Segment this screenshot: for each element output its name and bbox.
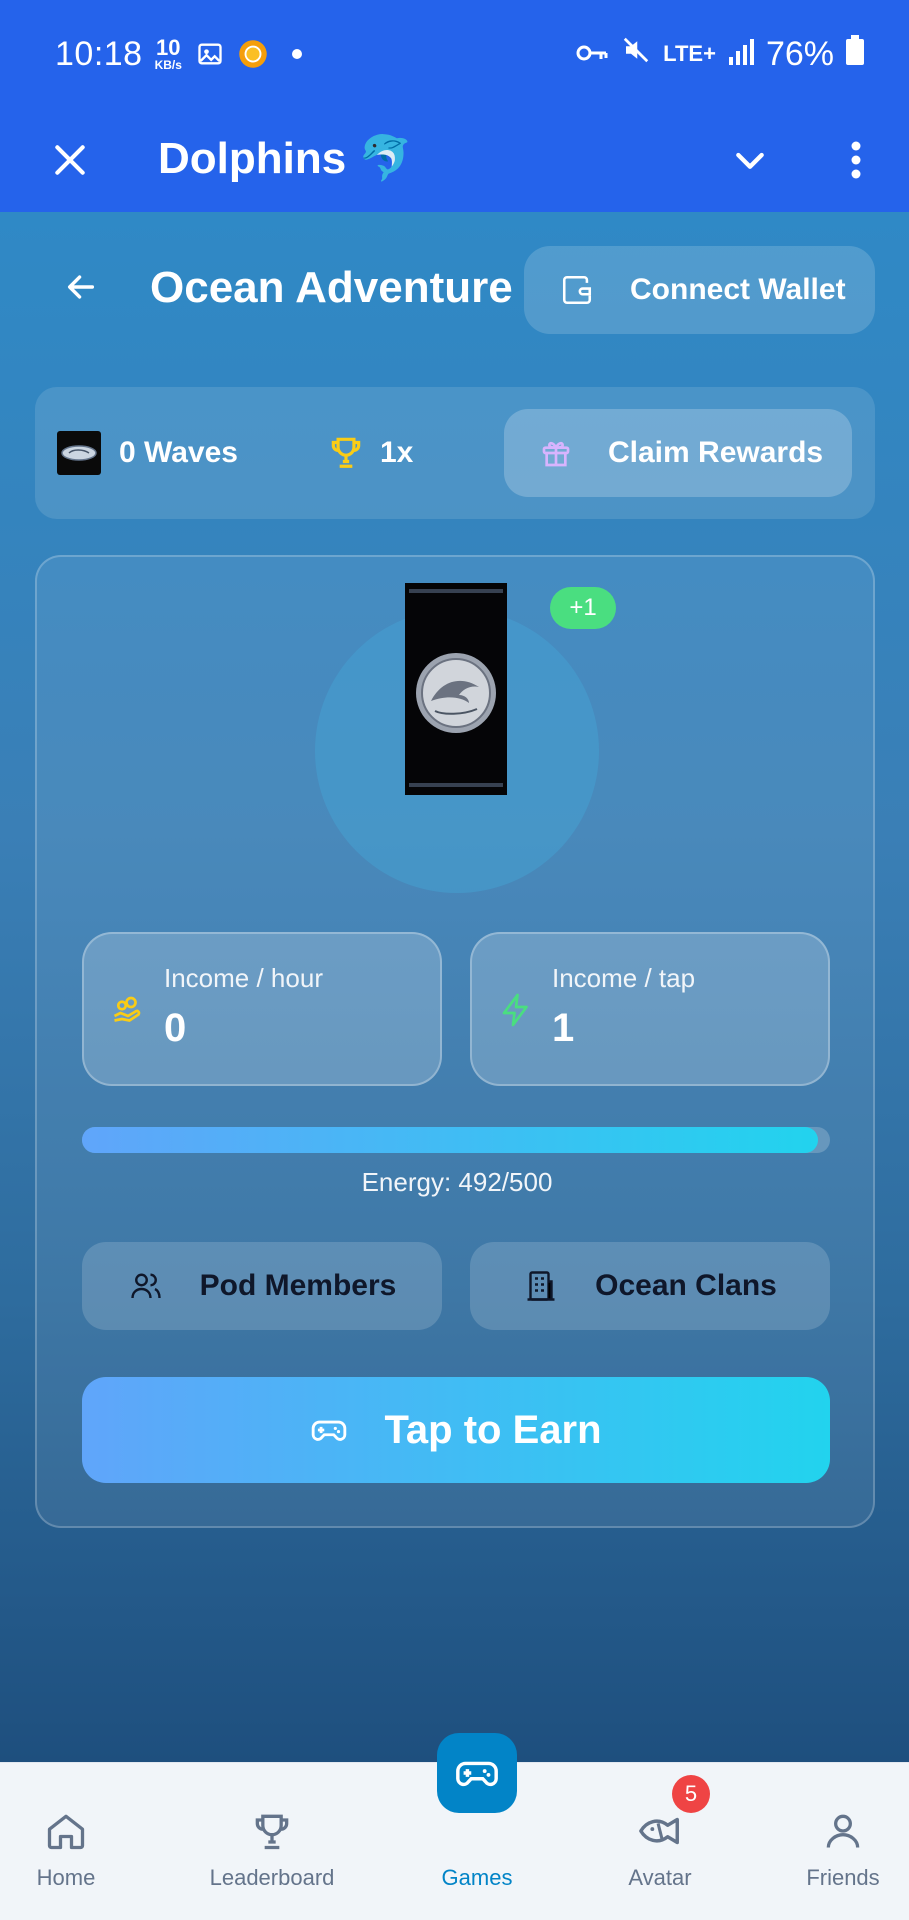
app-title: Dolphins 🐬 [158, 134, 414, 183]
tap-to-earn-button[interactable]: Tap to Earn [82, 1377, 830, 1483]
net-speed-value: 10 [156, 35, 181, 60]
trophy-nav-icon [248, 1807, 296, 1855]
bottom-nav: Home Leaderboard Games Avatar 5 Friends [0, 1733, 909, 1920]
more-vertical-icon [851, 141, 861, 179]
app-bar: Dolphins 🐬 [0, 108, 909, 212]
building-icon [527, 1271, 555, 1301]
ocean-clans-label: Ocean Clans [595, 1269, 777, 1302]
gift-icon [542, 441, 570, 467]
pod-members-button[interactable]: Pod Members [82, 1242, 442, 1330]
income-hour-value: 0 [164, 1006, 187, 1050]
income-hour-label: Income / hour [164, 963, 323, 993]
game-header: Ocean Adventure Connect Wallet [0, 212, 909, 362]
tap-to-earn-label: Tap to Earn [384, 1407, 602, 1452]
nav-home[interactable]: Home [16, 1763, 116, 1920]
nav-leaderboard-label: Leaderboard [209, 1865, 335, 1890]
mute-icon [621, 35, 651, 74]
vpn-key-icon [575, 35, 609, 74]
close-icon [55, 145, 85, 175]
connect-wallet-label: Connect Wallet [630, 273, 846, 306]
collapse-button[interactable] [718, 128, 782, 192]
close-button[interactable] [38, 128, 102, 192]
nav-avatar-label: Avatar [628, 1865, 692, 1890]
nav-games-label: Games [441, 1865, 513, 1890]
nav-games-label-wrap[interactable]: Games [427, 1763, 527, 1920]
nav-home-label: Home [36, 1865, 96, 1890]
user-icon [819, 1807, 867, 1855]
signal-icon [728, 35, 754, 74]
arrow-left-icon [67, 275, 95, 299]
image-notification-icon [196, 40, 224, 68]
wallet-icon [562, 275, 592, 305]
status-right: LTE+ 76% [575, 0, 864, 108]
income-tap-label: Income / tap [552, 963, 696, 993]
pod-members-label: Pod Members [199, 1269, 397, 1302]
battery-icon [846, 34, 864, 74]
dot-icon [291, 49, 302, 59]
ocean-clans-button[interactable]: Ocean Clans [470, 1242, 830, 1330]
game-title: Ocean Adventure [150, 263, 513, 312]
users-icon [130, 1273, 161, 1299]
energy-label: Energy: 492/500 [361, 1167, 553, 1197]
more-options-button[interactable] [824, 128, 888, 192]
income-tap-card: Income / tap 1 [470, 932, 830, 1086]
net-speed: 10 KB/s [154, 35, 182, 72]
battery-percent: 76% [765, 34, 834, 73]
claim-rewards-label: Claim Rewards [608, 436, 824, 469]
claim-rewards-button[interactable]: Claim Rewards [504, 409, 852, 497]
tap-card: +1 Income / hour 0 Income / tap 1 Energy… [35, 555, 875, 1528]
avatar-notification-badge: 5 [672, 1775, 710, 1813]
top-bar: 10:18 10 KB/s LTE+ 76% Dolphins 🐬 [0, 0, 909, 212]
nav-friends-label: Friends [806, 1865, 880, 1890]
status-bar: 10:18 10 KB/s LTE+ 76% [0, 0, 909, 108]
multiplier-value: 1x [380, 436, 414, 469]
app-notification-icon [238, 39, 268, 69]
fish-icon [636, 1807, 684, 1855]
connect-wallet-button[interactable]: Connect Wallet [524, 246, 875, 334]
net-speed-unit: KB/s [154, 58, 182, 72]
nav-leaderboard[interactable]: Leaderboard [200, 1763, 344, 1920]
nav-friends[interactable]: Friends [793, 1763, 893, 1920]
gamepad-icon [312, 1420, 347, 1441]
chevron-down-icon [736, 152, 764, 169]
home-icon [42, 1807, 90, 1855]
income-hour-card: Income / hour 0 [82, 932, 442, 1086]
income-tap-value: 1 [552, 1006, 575, 1050]
coin-thumbnail [57, 431, 101, 475]
coins-hand-icon [110, 992, 146, 1033]
zap-icon [498, 992, 534, 1033]
stats-bar: 0 Waves 1x Claim Rewards [35, 387, 875, 519]
trophy-icon [327, 433, 365, 476]
status-time: 10:18 [55, 34, 143, 73]
energy-bar-fill [82, 1127, 819, 1153]
tap-plus-badge: +1 [550, 587, 616, 629]
network-type: LTE+ [663, 41, 716, 66]
energy-bar [82, 1127, 830, 1153]
waves-balance: 0 Waves [119, 436, 238, 469]
back-button[interactable] [56, 262, 106, 312]
dolphin-coin-image[interactable] [405, 583, 507, 795]
game-screen: Ocean Adventure Connect Wallet 0 Waves 1… [0, 212, 909, 1762]
